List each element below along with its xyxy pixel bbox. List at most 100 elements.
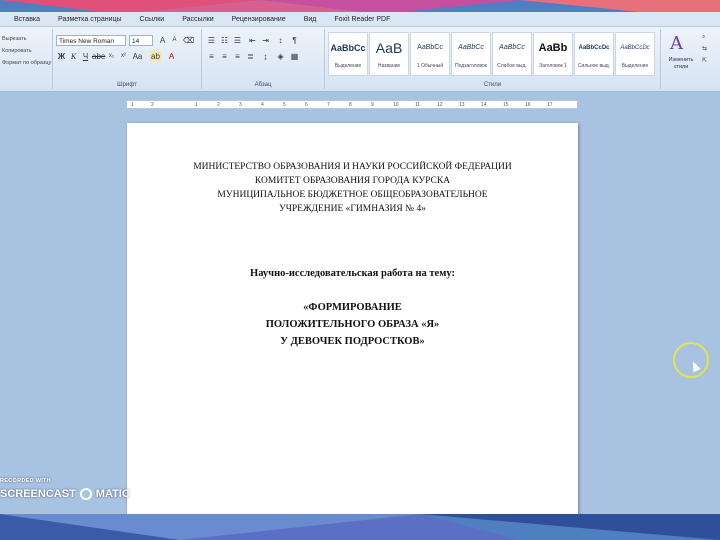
style-tile[interactable]: AaBbCc Выделение: [328, 32, 368, 76]
title-line: У ДЕВОЧЕК ПОДРОСТКОВ»: [280, 336, 425, 347]
screencast-logo-icon: [79, 488, 92, 500]
cursor-highlight-ring: [673, 342, 709, 378]
format-painter-button[interactable]: Формат по образцу: [2, 57, 51, 69]
ribbon: Вырезать Копировать Формат по образцу Ti…: [0, 27, 720, 92]
header-line: УЧРЕЖДЕНИЕ «ГИМНАЗИЯ № 4»: [279, 204, 426, 214]
style-name: Выделение: [621, 63, 649, 69]
font-group-label: Шрифт: [117, 82, 137, 88]
ruler-number: 3: [239, 102, 242, 108]
ruler-number: 2: [217, 102, 220, 108]
ribbon-tabs: Вставка Разметка страницы Ссылки Рассылк…: [0, 12, 720, 27]
replace-icon[interactable]: ⇆: [702, 43, 707, 55]
align-center-icon[interactable]: ≡: [219, 51, 230, 62]
change-case-icon[interactable]: Aa: [132, 51, 143, 62]
watermark-brand-right: MATIC: [95, 488, 130, 500]
clipboard-group: Вырезать Копировать Формат по образцу: [0, 29, 53, 89]
subscript-icon[interactable]: x₂: [106, 51, 117, 62]
cut-button[interactable]: Вырезать: [2, 33, 51, 45]
numbering-icon[interactable]: ☷: [219, 35, 230, 46]
tab-foxit-pdf[interactable]: Foxit Reader PDF: [325, 16, 399, 23]
ruler-number: 15: [503, 102, 509, 108]
change-styles-group: A Изменить стили: [661, 29, 701, 89]
header-line: МУНИЦИПАЛЬНОЕ БЮДЖЕТНОЕ ОБЩЕОБРАЗОВАТЕЛЬ…: [217, 190, 488, 200]
align-left-icon[interactable]: ≡: [206, 51, 217, 62]
underline-icon[interactable]: Ч: [80, 51, 91, 62]
tab-page-layout[interactable]: Разметка страницы: [49, 16, 131, 23]
style-name: Сильное выд.: [577, 63, 611, 69]
ruler-number: 16: [525, 102, 531, 108]
style-name: 1 Обычный: [416, 63, 444, 69]
multilevel-list-icon[interactable]: ☰: [232, 35, 243, 46]
ruler-number: 2: [151, 102, 154, 108]
tab-references[interactable]: Ссылки: [131, 16, 174, 23]
style-name: Заголовок 1: [539, 63, 567, 69]
change-styles-button[interactable]: Изменить стили: [661, 57, 701, 71]
highlight-icon[interactable]: ab: [150, 51, 161, 62]
show-marks-icon[interactable]: ¶: [289, 35, 300, 46]
style-name: Подзаголовок: [455, 63, 487, 69]
justify-icon[interactable]: ≣: [245, 51, 256, 62]
horizontal-ruler[interactable]: 1 2 1 2 3 4 5 6 7 8 9 10 11 12 13 14 15 …: [126, 100, 578, 109]
ruler-number: 4: [261, 102, 264, 108]
font-size-dropdown[interactable]: 14: [129, 35, 153, 46]
paragraph-group: ☰ ☷ ☰ ⇤ ⇥ ↕ ¶ ≡ ≡ ≡ ≣ ↨ ◈ ▦ Абзац: [202, 29, 325, 89]
change-styles-icon[interactable]: A: [670, 33, 683, 54]
style-sample: AaBb: [538, 42, 568, 54]
tab-view[interactable]: Вид: [295, 16, 326, 23]
borders-icon[interactable]: ▦: [289, 51, 300, 62]
ruler-number: 1: [195, 102, 198, 108]
watermark-caption: RECORDED WITH: [0, 478, 51, 484]
title-line: «ФОРМИРОВАНИЕ: [303, 302, 402, 313]
ruler-number: 9: [371, 102, 374, 108]
font-group: Times New Roman 14 A A ⌫ Ж К Ч abe x₂ x²…: [53, 29, 202, 89]
grow-font-icon[interactable]: A: [157, 35, 168, 46]
font-name-dropdown[interactable]: Times New Roman: [56, 35, 126, 46]
tab-mailings[interactable]: Рассылки: [173, 16, 222, 23]
document-subtitle: Научно-исследовательская работа на тему:: [250, 268, 455, 279]
ruler-number: 8: [349, 102, 352, 108]
bold-icon[interactable]: Ж: [56, 51, 67, 62]
italic-icon[interactable]: К: [68, 51, 79, 62]
tab-insert[interactable]: Вставка: [0, 16, 49, 23]
ruler-number: 6: [305, 102, 308, 108]
style-sample: AaBbCc: [330, 43, 366, 53]
style-tile[interactable]: AaBbCc 1 Обычный: [410, 32, 450, 76]
bullets-icon[interactable]: ☰: [206, 35, 217, 46]
ruler-number: 10: [393, 102, 399, 108]
style-tile[interactable]: AaBb Заголовок 1: [533, 32, 573, 76]
ruler-number: 5: [283, 102, 286, 108]
document-page[interactable]: МИНИСТЕРСТВО ОБРАЗОВАНИЯ И НАУКИ РОССИЙС…: [127, 123, 578, 514]
style-tile[interactable]: AaBbCcDc Выделение: [615, 32, 655, 76]
style-sample: AaBbCcDc: [578, 45, 610, 51]
style-tile[interactable]: АаВ Название: [369, 32, 409, 76]
word-window: Вставка Разметка страницы Ссылки Рассылк…: [0, 12, 720, 514]
style-sample: AaBbCc: [499, 44, 525, 51]
editing-group: ⌕ ⇆ ⇱: [702, 31, 707, 67]
shrink-font-icon[interactable]: A: [169, 35, 180, 46]
sort-icon[interactable]: ↕: [275, 35, 286, 46]
watermark-brand-left: SCREENCAST: [0, 488, 76, 500]
styles-group-label: Стили: [483, 82, 502, 88]
strikethrough-icon[interactable]: abe: [92, 51, 105, 62]
tab-review[interactable]: Рецензирование: [223, 16, 295, 23]
shading-icon[interactable]: ◈: [275, 51, 286, 62]
line-spacing-icon[interactable]: ↨: [260, 51, 271, 62]
style-tile[interactable]: AaBbCc Слабое выд.: [492, 32, 532, 76]
align-right-icon[interactable]: ≡: [232, 51, 243, 62]
increase-indent-icon[interactable]: ⇥: [260, 35, 271, 46]
style-tile[interactable]: AaBbCc Подзаголовок: [451, 32, 491, 76]
header-line: КОМИТЕТ ОБРАЗОВАНИЯ ГОРОДА КУРСКА: [254, 176, 451, 186]
font-color-icon[interactable]: A: [166, 51, 177, 62]
title-line: ПОЛОЖИТЕЛЬНОГО ОБРАЗА «Я»: [265, 319, 440, 330]
find-icon[interactable]: ⌕: [702, 31, 707, 43]
select-icon[interactable]: ⇱: [702, 55, 707, 67]
decrease-indent-icon[interactable]: ⇤: [247, 35, 258, 46]
ruler-number: 7: [327, 102, 330, 108]
ruler-number: 13: [459, 102, 465, 108]
style-tile[interactable]: AaBbCcDc Сильное выд.: [574, 32, 614, 76]
copy-button[interactable]: Копировать: [2, 45, 51, 57]
ruler-number: 14: [481, 102, 487, 108]
paragraph-group-label: Абзац: [254, 82, 272, 88]
clear-format-icon[interactable]: ⌫: [183, 35, 194, 46]
superscript-icon[interactable]: x²: [118, 51, 129, 62]
